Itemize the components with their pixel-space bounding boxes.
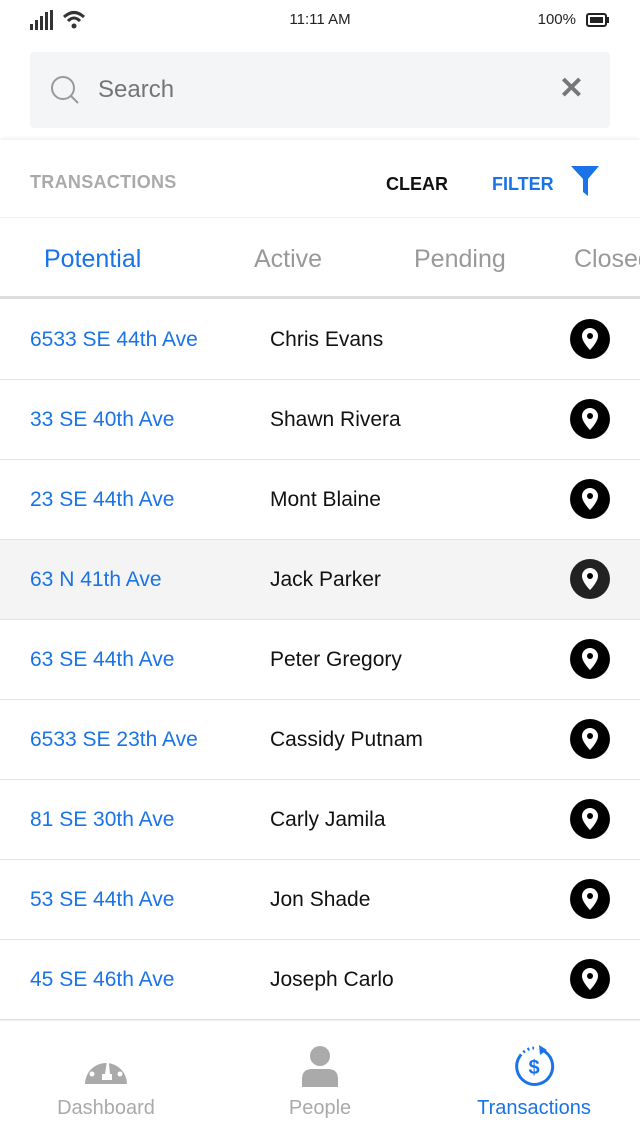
filter-button[interactable]: FILTER: [492, 174, 554, 195]
map-pin-icon: [582, 328, 598, 350]
nav-label: Dashboard: [57, 1097, 155, 1119]
address-link[interactable]: 63 SE 44th Ave: [30, 648, 174, 672]
map-pin-icon: [582, 488, 598, 510]
filter-icon[interactable]: [570, 166, 600, 196]
map-pin-icon: [582, 728, 598, 750]
table-row[interactable]: 63 SE 44th Ave Peter Gregory: [0, 620, 640, 700]
map-pin-button[interactable]: [570, 639, 610, 679]
svg-text:$: $: [528, 1057, 539, 1079]
map-pin-icon: [582, 648, 598, 670]
contact-name: Shawn Rivera: [270, 408, 401, 431]
contact-name: Mont Blaine: [270, 488, 381, 511]
address-link[interactable]: 6533 SE 23th Ave: [30, 728, 198, 752]
table-row[interactable]: 6533 SE 44th Ave Chris Evans: [0, 300, 640, 380]
bottom-nav: Dashboard People $ Transactions: [0, 1020, 640, 1136]
map-pin-button[interactable]: [570, 319, 610, 359]
tab-active[interactable]: Active: [254, 245, 322, 274]
search-input[interactable]: [98, 76, 518, 104]
map-pin-icon: [582, 568, 598, 590]
table-row[interactable]: 53 SE 44th Ave Jon Shade: [0, 860, 640, 940]
contact-name: Jon Shade: [270, 888, 371, 911]
address-link[interactable]: 33 SE 40th Ave: [30, 408, 174, 432]
contact-name: Jack Parker: [270, 568, 381, 591]
contact-name: Cassidy Putnam: [270, 728, 423, 751]
battery-icon: [586, 12, 609, 27]
contact-name: Peter Gregory: [270, 648, 402, 671]
contact-name: Carly Jamila: [270, 808, 386, 831]
nav-dashboard[interactable]: Dashboard: [6, 1043, 206, 1120]
transaction-list: 6533 SE 44th Ave Chris Evans 33 SE 40th Av…: [0, 300, 640, 1020]
map-pin-icon: [582, 968, 598, 990]
tab-pending[interactable]: Pending: [414, 245, 506, 274]
contact-name: Chris Evans: [270, 328, 384, 351]
map-pin-button[interactable]: [570, 959, 610, 999]
address-link[interactable]: 23 SE 44th Ave: [30, 488, 174, 512]
address-link[interactable]: 81 SE 30th Ave: [30, 808, 174, 832]
map-pin-icon: [582, 888, 598, 910]
address-link[interactable]: 6533 SE 44th Ave: [30, 328, 198, 352]
map-pin-icon: [582, 408, 598, 430]
search-icon: [51, 76, 79, 104]
battery-percent: 100%: [537, 11, 576, 28]
table-row[interactable]: 23 SE 44th Ave Mont Blaine: [0, 460, 640, 540]
gauge-icon: [85, 1053, 127, 1084]
map-pin-button[interactable]: [570, 879, 610, 919]
map-pin-icon: [582, 808, 598, 830]
nav-label: Transactions: [477, 1097, 591, 1119]
clear-search-icon[interactable]: ✕: [559, 74, 584, 104]
address-link[interactable]: 53 SE 44th Ave: [30, 888, 174, 912]
tab-bar: Potential Active Pending Closed: [0, 219, 640, 299]
person-icon: [302, 1046, 338, 1087]
map-pin-button[interactable]: [570, 399, 610, 439]
dollar-cycle-icon: $: [515, 1045, 555, 1086]
map-pin-button[interactable]: [570, 719, 610, 759]
contact-name: Joseph Carlo: [270, 968, 394, 991]
active-tab-indicator: [0, 296, 180, 299]
table-row[interactable]: 45 SE 46th Ave Joseph Carlo: [0, 940, 640, 1020]
section-title: TRANSACTIONS: [30, 172, 177, 192]
nav-people[interactable]: People: [220, 1043, 420, 1120]
table-row[interactable]: 63 N 41th Ave Jack Parker: [0, 540, 640, 620]
toolbar: TRANSACTIONS CLEAR FILTER: [0, 140, 640, 218]
map-pin-button[interactable]: [570, 479, 610, 519]
map-pin-button[interactable]: [570, 559, 610, 599]
table-row[interactable]: 81 SE 30th Ave Carly Jamila: [0, 780, 640, 860]
address-link[interactable]: 45 SE 46th Ave: [30, 968, 174, 992]
status-bar: 11:11 AM 100%: [0, 0, 640, 40]
tab-closed[interactable]: Closed: [574, 245, 640, 274]
nav-label: People: [288, 1097, 352, 1119]
map-pin-button[interactable]: [570, 799, 610, 839]
clear-button[interactable]: CLEAR: [386, 174, 448, 195]
table-row[interactable]: 6533 SE 23th Ave Cassidy Putnam: [0, 700, 640, 780]
nav-transactions[interactable]: $ Transactions: [434, 1043, 634, 1120]
tab-potential[interactable]: Potential: [44, 245, 141, 274]
address-link[interactable]: 63 N 41th Ave: [30, 568, 162, 592]
table-row[interactable]: 33 SE 40th Ave Shawn Rivera: [0, 380, 640, 460]
search-bar: ✕: [30, 52, 610, 128]
